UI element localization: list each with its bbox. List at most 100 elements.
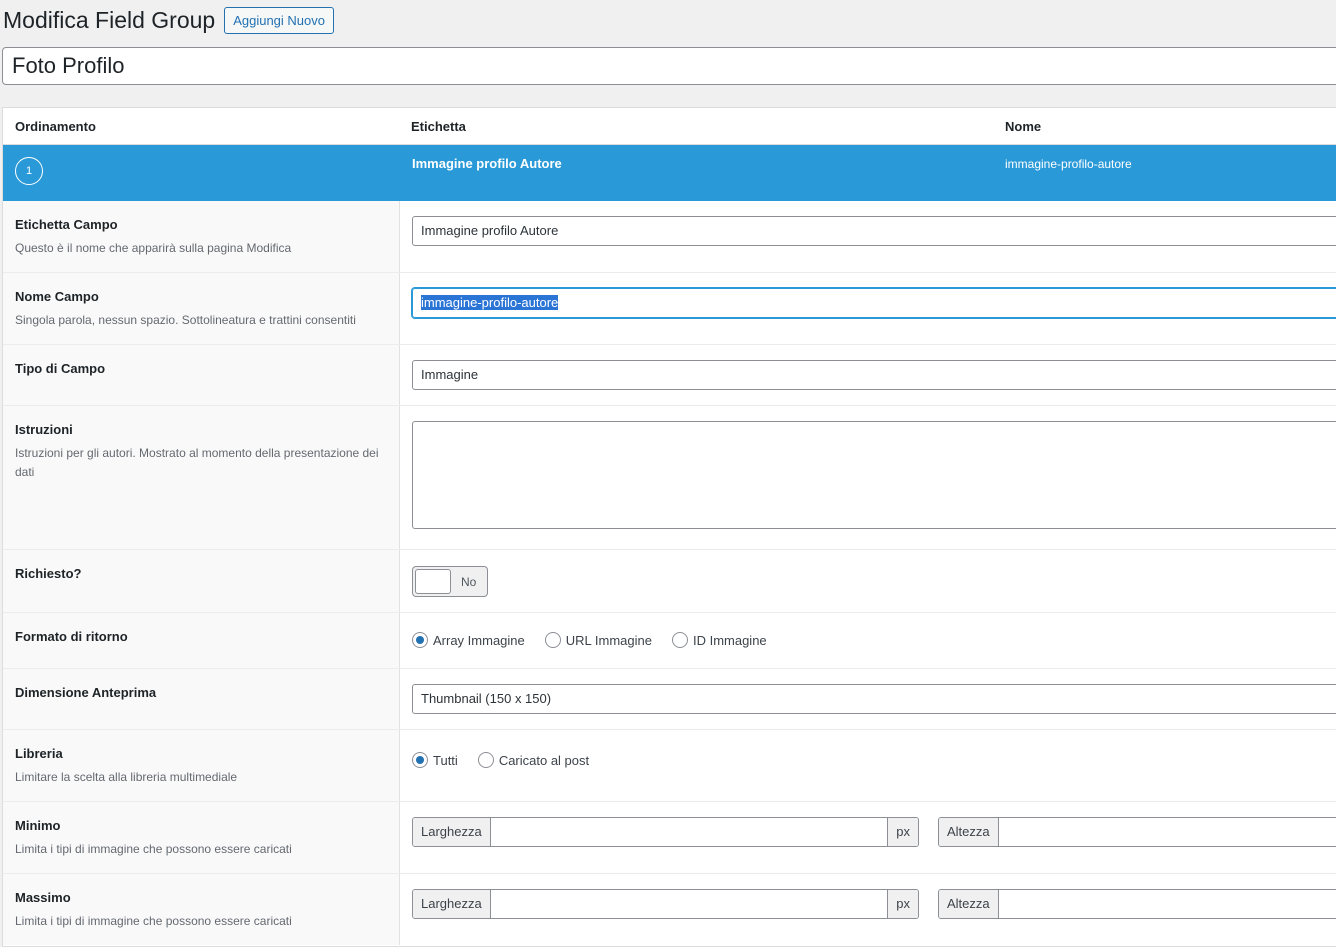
setting-title: Etichetta Campo xyxy=(15,217,118,232)
max-width-unit: px xyxy=(887,890,918,918)
radio-url-immagine[interactable]: URL Immagine xyxy=(544,632,652,648)
radio-label: Tutti xyxy=(433,752,458,768)
setting-input-area: Array Immagine URL Immagine ID Immagine xyxy=(400,613,1336,668)
column-header-name: Nome xyxy=(1005,119,1042,134)
add-new-button[interactable]: Aggiungi Nuovo xyxy=(224,6,334,34)
radio-label: ID Immagine xyxy=(692,632,767,648)
page-title: Modifica Field Group xyxy=(3,6,216,33)
setting-input-area: Tutti Caricato al post xyxy=(400,730,1336,801)
radio-array-immagine[interactable]: Array Immagine xyxy=(412,632,525,648)
setting-description: Istruzioni per gli autori. Mostrato al m… xyxy=(15,446,379,479)
setting-title: Formato di ritorno xyxy=(15,629,128,644)
setting-title: Minimo xyxy=(15,818,61,833)
setting-label: Etichetta Campo Questo è il nome che app… xyxy=(3,201,400,272)
max-width-input[interactable] xyxy=(490,890,888,918)
max-height-prefix: Altezza xyxy=(939,890,999,918)
setting-row-field-type: Tipo di Campo Immagine xyxy=(3,344,1336,405)
setting-label: Massimo Limita i tipi di immagine che po… xyxy=(3,874,400,945)
preview-size-select[interactable]: Thumbnail (150 x 150) xyxy=(412,684,1336,714)
column-header-label: Etichetta xyxy=(411,119,466,134)
setting-row-maximum: Massimo Limita i tipi di immagine che po… xyxy=(3,873,1336,945)
setting-input-area xyxy=(400,406,1336,549)
field-row-header[interactable]: 1 Immagine profilo Autore immagine-profi… xyxy=(3,145,1336,201)
radio-tutti[interactable]: Tutti xyxy=(412,752,458,768)
min-height-prefix: Altezza xyxy=(939,818,999,846)
min-height-group: Altezza xyxy=(938,817,1336,847)
setting-label: Formato di ritorno xyxy=(3,613,400,668)
min-width-input[interactable] xyxy=(490,818,888,846)
required-toggle[interactable]: No xyxy=(412,566,488,597)
setting-row-field-label: Etichetta Campo Questo è il nome che app… xyxy=(3,201,1336,272)
setting-title: Massimo xyxy=(15,890,71,905)
setting-input-area: Immagine xyxy=(400,345,1336,405)
fields-panel: Ordinamento Etichetta Nome 1 Immagine pr… xyxy=(2,107,1336,947)
setting-title: Istruzioni xyxy=(15,422,73,437)
setting-input-area: Immagine profilo Autore xyxy=(400,201,1336,272)
radio-unchecked-icon[interactable] xyxy=(671,632,688,648)
max-height-group: Altezza xyxy=(938,889,1336,919)
max-width-group: Larghezza px xyxy=(412,889,919,919)
return-format-radio-group: Array Immagine URL Immagine ID Immagine xyxy=(412,632,1336,648)
min-width-unit: px xyxy=(887,818,918,846)
radio-checked-icon[interactable] xyxy=(412,752,428,768)
radio-unchecked-icon[interactable] xyxy=(477,752,494,768)
max-height-input[interactable] xyxy=(998,890,1336,918)
setting-row-minimum: Minimo Limita i tipi di immagine che pos… xyxy=(3,801,1336,873)
setting-title: Tipo di Campo xyxy=(15,361,106,376)
selected-text: immagine-profilo-autore xyxy=(421,295,559,310)
setting-label: Dimensione Anteprima xyxy=(3,669,400,729)
radio-unchecked-icon[interactable] xyxy=(544,632,561,648)
setting-label: Libreria Limitare la scelta alla libreri… xyxy=(3,730,400,801)
setting-description: Limita i tipi di immagine che possono es… xyxy=(15,842,292,856)
setting-input-area: No xyxy=(400,550,1336,612)
radio-label: Caricato al post xyxy=(498,752,590,768)
column-header-order: Ordinamento xyxy=(15,119,96,134)
minimum-dimensions: Larghezza px Altezza xyxy=(412,817,1336,847)
min-width-group: Larghezza px xyxy=(412,817,919,847)
radio-checked-icon[interactable] xyxy=(412,632,428,648)
setting-title: Richiesto? xyxy=(15,566,82,581)
setting-description: Limita i tipi di immagine che possono es… xyxy=(15,914,292,928)
setting-label: Tipo di Campo xyxy=(3,345,400,405)
max-width-prefix: Larghezza xyxy=(413,890,491,918)
group-title-input[interactable]: Foto Profilo xyxy=(2,47,1336,85)
setting-input-area: Larghezza px Altezza xyxy=(400,874,1336,945)
min-width-prefix: Larghezza xyxy=(413,818,491,846)
field-order-handle[interactable]: 1 xyxy=(15,157,43,185)
setting-label: Richiesto? xyxy=(3,550,400,612)
toggle-label: No xyxy=(461,574,477,589)
radio-label: Array Immagine xyxy=(433,632,525,648)
setting-row-library: Libreria Limitare la scelta alla libreri… xyxy=(3,729,1336,801)
field-label-link[interactable]: Immagine profilo Autore xyxy=(412,156,562,171)
toggle-knob xyxy=(415,569,451,594)
radio-id-immagine[interactable]: ID Immagine xyxy=(671,632,767,648)
setting-description: Singola parola, nessun spazio. Sottoline… xyxy=(15,313,356,327)
setting-row-required: Richiesto? No xyxy=(3,549,1336,612)
page-header: Modifica Field Group Aggiungi Nuovo xyxy=(3,4,334,36)
setting-description: Limitare la scelta alla libreria multime… xyxy=(15,770,238,784)
instructions-textarea[interactable] xyxy=(412,421,1336,529)
min-height-input[interactable] xyxy=(998,818,1336,846)
setting-input-area: Thumbnail (150 x 150) xyxy=(400,669,1336,729)
setting-label: Minimo Limita i tipi di immagine che pos… xyxy=(3,802,400,873)
setting-title: Libreria xyxy=(15,746,63,761)
field-label-input[interactable]: Immagine profilo Autore xyxy=(412,216,1336,246)
radio-label: URL Immagine xyxy=(565,632,652,648)
fields-table-header: Ordinamento Etichetta Nome xyxy=(3,108,1336,145)
field-type-select[interactable]: Immagine xyxy=(412,360,1336,390)
setting-description: Questo è il nome che apparirà sulla pagi… xyxy=(15,241,292,255)
field-name-text: immagine-profilo-autore xyxy=(1005,157,1132,171)
setting-title: Nome Campo xyxy=(15,289,99,304)
setting-title: Dimensione Anteprima xyxy=(15,685,157,700)
setting-input-area: Larghezza px Altezza xyxy=(400,802,1336,873)
setting-label: Nome Campo Singola parola, nessun spazio… xyxy=(3,273,400,344)
field-name-input[interactable]: immagine-profilo-autore xyxy=(412,288,1336,318)
setting-row-field-name: Nome Campo Singola parola, nessun spazio… xyxy=(3,272,1336,344)
field-settings: Etichetta Campo Questo è il nome che app… xyxy=(3,201,1336,945)
setting-label: Istruzioni Istruzioni per gli autori. Mo… xyxy=(3,406,400,549)
radio-caricato-al-post[interactable]: Caricato al post xyxy=(477,752,590,768)
setting-row-return-format: Formato di ritorno Array Immagine URL Im… xyxy=(3,612,1336,668)
setting-row-instructions: Istruzioni Istruzioni per gli autori. Mo… xyxy=(3,405,1336,549)
library-radio-group: Tutti Caricato al post xyxy=(412,752,1336,768)
maximum-dimensions: Larghezza px Altezza xyxy=(412,889,1336,919)
